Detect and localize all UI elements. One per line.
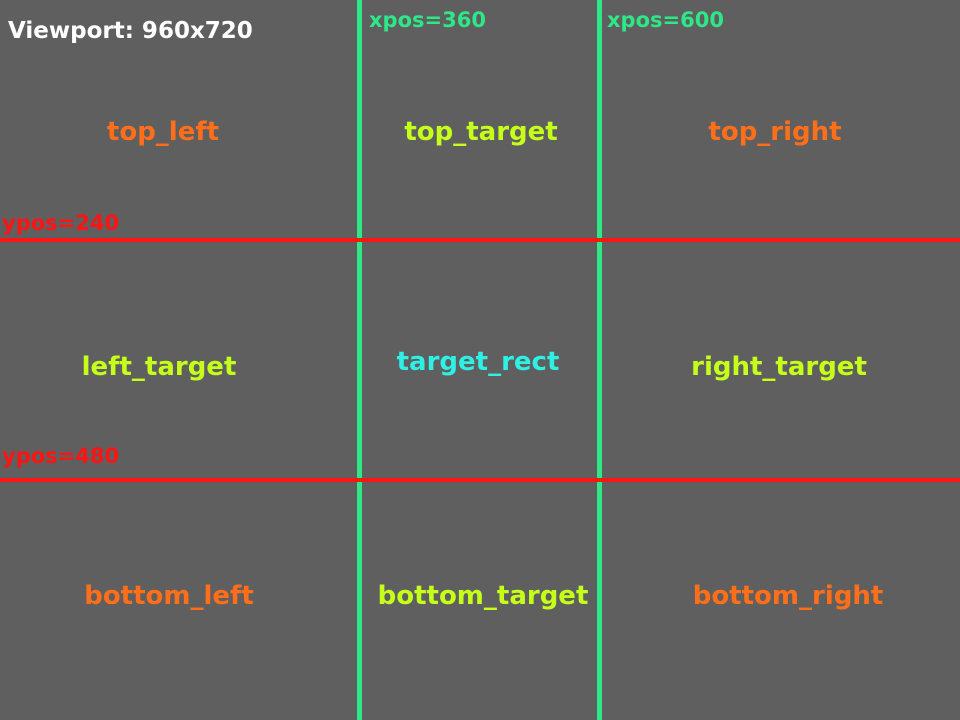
ypos-label-240: ypos=240 bbox=[2, 211, 120, 235]
horizontal-guide-line-y240 bbox=[0, 238, 960, 242]
bottom-right-label: bottom_right bbox=[692, 581, 884, 611]
xpos-label-360: xpos=360 bbox=[369, 8, 486, 32]
xpos-label-600: xpos=600 bbox=[607, 8, 724, 32]
bottom-left-label: bottom_left bbox=[84, 581, 254, 611]
bottom-target-label: bottom_target bbox=[377, 581, 589, 611]
top-left-label: top_left bbox=[106, 117, 220, 147]
vertical-guide-line-x360 bbox=[357, 0, 362, 720]
left-target-label: left_target bbox=[81, 352, 237, 382]
right-target-label: right_target bbox=[691, 352, 867, 382]
top-right-label: top_right bbox=[708, 117, 842, 147]
ypos-label-480: ypos=480 bbox=[2, 444, 120, 468]
vertical-guide-line-x600 bbox=[597, 0, 602, 720]
target-rect-label: target_rect bbox=[396, 347, 560, 377]
top-target-label: top_target bbox=[404, 117, 558, 147]
viewport-size-label: Viewport: 960x720 bbox=[8, 18, 253, 44]
viewport-canvas: Viewport: 960x720 xpos=360 xpos=600 ypos… bbox=[0, 0, 960, 720]
horizontal-guide-line-y480 bbox=[0, 478, 960, 482]
